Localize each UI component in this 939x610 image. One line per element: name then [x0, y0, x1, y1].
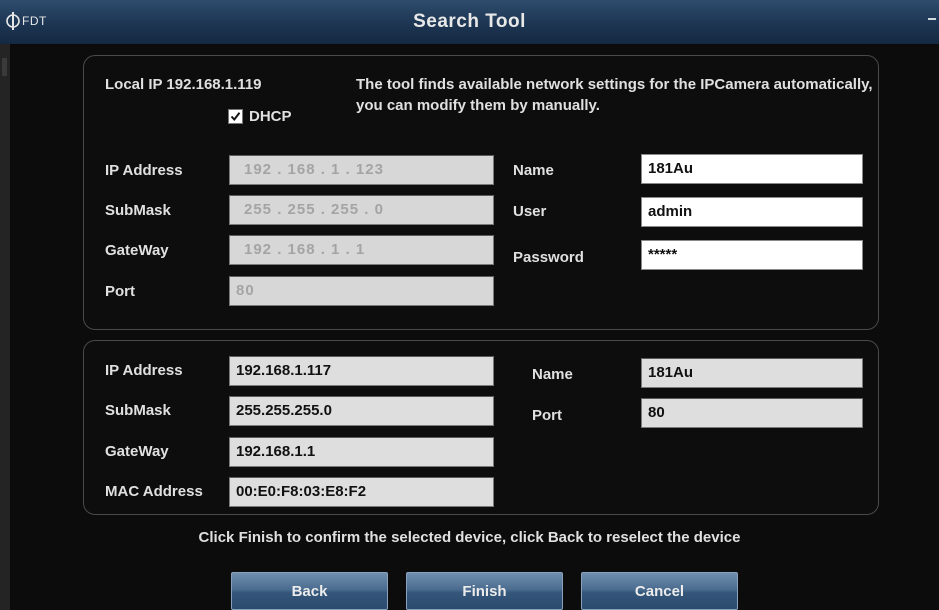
- user-input[interactable]: admin: [641, 197, 863, 227]
- device-submask-field: 255.255.255.0: [229, 396, 494, 426]
- local-ip-label: Local IP 192.168.1.119: [105, 76, 262, 93]
- description-text: The tool finds available network setting…: [356, 76, 873, 114]
- device-gateway-field: 192.168.1.1: [229, 437, 494, 467]
- password-label: Password: [513, 249, 584, 266]
- device-port-field: 80: [641, 398, 863, 428]
- device-name-label: Name: [532, 366, 573, 383]
- device-ip-label: IP Address: [105, 362, 183, 379]
- device-submask-label: SubMask: [105, 402, 171, 419]
- device-name-field: 181Au: [641, 358, 863, 388]
- submask-field[interactable]: 255 . 255 . 255 . 0: [229, 195, 494, 225]
- password-input[interactable]: *****: [641, 240, 863, 270]
- instruction-text: Click Finish to confirm the selected dev…: [198, 529, 741, 546]
- dhcp-label: DHCP: [249, 108, 292, 125]
- finish-button[interactable]: Finish: [406, 572, 563, 610]
- title-bar: FDT Search Tool: [0, 0, 939, 44]
- checkmark-icon: [230, 112, 241, 122]
- left-side-strip: [0, 44, 10, 610]
- user-label: User: [513, 203, 547, 220]
- strip-marker: [2, 58, 7, 76]
- device-mac-field: 00:E0:F8:03:E8:F2: [229, 477, 494, 507]
- port-label: Port: [105, 283, 135, 300]
- name-input[interactable]: 181Au: [641, 154, 863, 184]
- ip-address-label: IP Address: [105, 162, 183, 179]
- ip-address-field[interactable]: 192 . 168 . 1 . 123: [229, 155, 494, 185]
- search-tool-window: FDT Search Tool Local IP 192.168.1.119 T…: [0, 0, 939, 610]
- device-gateway-label: GateWay: [105, 443, 169, 460]
- submask-label: SubMask: [105, 202, 171, 219]
- device-mac-label: MAC Address: [105, 483, 203, 500]
- port-field[interactable]: 80: [229, 276, 494, 306]
- checkbox-box[interactable]: [228, 109, 243, 124]
- name-label: Name: [513, 162, 554, 179]
- window-title: Search Tool: [413, 11, 526, 32]
- device-port-label: Port: [532, 407, 562, 424]
- device-ip-field: 192.168.1.117: [229, 356, 494, 386]
- gateway-label: GateWay: [105, 242, 169, 259]
- back-button[interactable]: Back: [231, 572, 388, 610]
- window-control[interactable]: [928, 18, 936, 20]
- dhcp-checkbox[interactable]: DHCP: [228, 108, 292, 125]
- cancel-button[interactable]: Cancel: [581, 572, 738, 610]
- gateway-field[interactable]: 192 . 168 . 1 . 1: [229, 235, 494, 265]
